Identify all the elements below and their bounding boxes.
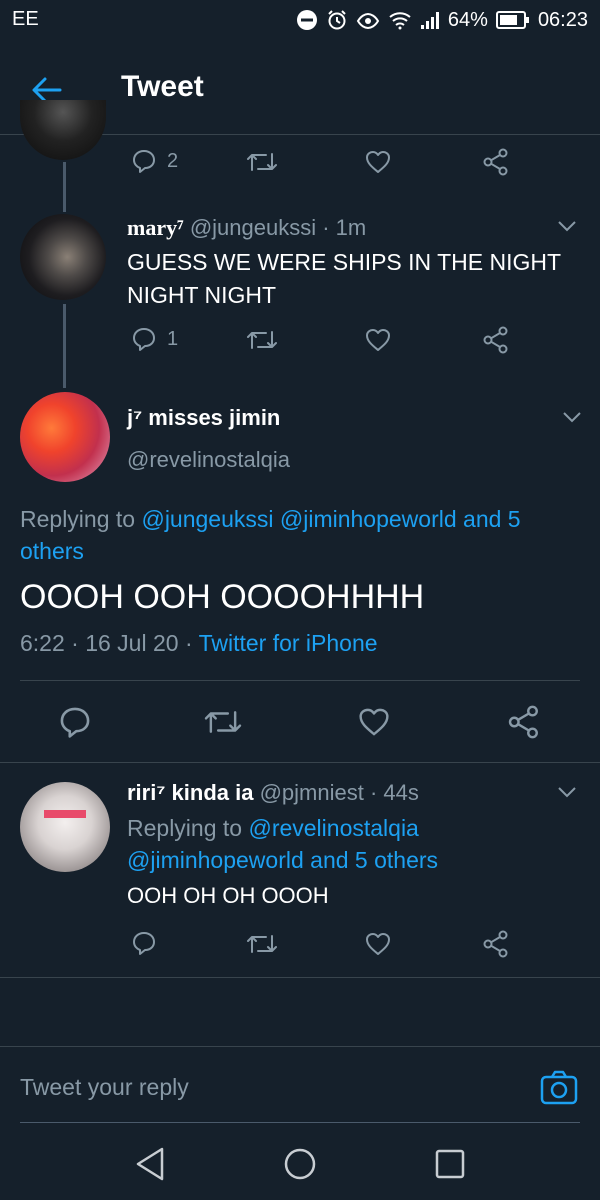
display-name[interactable]: mary⁷ — [127, 215, 184, 240]
carrier-label: EE — [12, 8, 39, 30]
display-name[interactable]: riri⁷ kinda ia — [127, 780, 253, 805]
timestamp: · 1m — [322, 215, 367, 240]
share-icon[interactable] — [482, 148, 510, 176]
battery-percent: 64% — [447, 8, 488, 31]
avatar[interactable] — [20, 100, 106, 160]
nav-back-icon[interactable] — [134, 1146, 166, 1182]
signal-icon — [420, 12, 439, 29]
replying-prefix: Replying to — [20, 506, 142, 532]
status-bar: EE 64% 06:23 — [0, 0, 600, 40]
user-handle[interactable]: @jungeukssi — [190, 215, 316, 240]
reply-icon — [133, 150, 155, 173]
tweet-header: riri⁷ kinda ia @pjmniest · 44s — [127, 780, 419, 806]
replying-to: Replying to @revelinostalqia @jiminhopew… — [127, 812, 438, 876]
chevron-down-icon[interactable] — [555, 780, 579, 804]
tweet-timestamp: 6:22 · 16 Jul 20 · — [20, 630, 199, 656]
replying-users-link[interactable]: @jungeukssi @jiminhopeworld and 5 — [141, 506, 520, 532]
tweet-text: OOOH OOH OOOOHHHH — [20, 578, 425, 616]
input-underline — [20, 1122, 580, 1123]
reply-icon — [133, 328, 155, 351]
reply-count: 1 — [167, 327, 179, 350]
share-icon[interactable] — [482, 930, 510, 958]
reply-icon[interactable] — [58, 705, 92, 739]
nav-recents-icon[interactable] — [435, 1149, 465, 1179]
user-handle[interactable]: @pjmniest — [260, 780, 364, 805]
share-icon[interactable] — [482, 326, 510, 354]
chevron-down-icon[interactable] — [560, 405, 584, 429]
like-icon[interactable] — [364, 930, 392, 958]
dnd-icon — [296, 10, 317, 30]
system-nav-bar — [0, 1128, 600, 1200]
user-handle[interactable]: @revelinostalqia — [127, 447, 290, 473]
divider — [0, 762, 600, 763]
tweet-text-line: GUESS WE WERE SHIPS IN THE NIGHT — [127, 249, 562, 275]
avatar-overlay — [44, 810, 86, 818]
divider — [20, 680, 580, 681]
eye-comfort-icon — [356, 12, 380, 30]
tweet-header: mary⁷ @jungeukssi · 1m — [127, 215, 366, 241]
retweet-icon[interactable] — [246, 148, 278, 176]
display-name[interactable]: j⁷ misses jimin — [127, 405, 280, 431]
avatar[interactable] — [20, 214, 106, 300]
tweet-meta: 6:22 · 16 Jul 20 · Twitter for iPhone — [20, 630, 378, 657]
status-icons: 64% 06:23 — [296, 6, 588, 34]
replying-users-link[interactable]: others — [20, 535, 580, 567]
reply-button[interactable]: 2 — [131, 148, 178, 174]
battery-icon — [495, 11, 529, 29]
retweet-icon[interactable] — [246, 930, 278, 958]
like-icon[interactable] — [364, 326, 392, 354]
thread-line — [63, 304, 66, 388]
replying-users-link[interactable]: @jiminhopeworld and 5 others — [127, 844, 438, 876]
reply-button[interactable]: 1 — [131, 326, 178, 352]
wifi-icon — [389, 12, 411, 30]
replying-users-link[interactable]: @revelinostalqia — [248, 815, 418, 841]
divider — [0, 977, 600, 978]
chevron-down-icon[interactable] — [555, 214, 579, 238]
reply-count: 2 — [167, 149, 179, 172]
avatar[interactable] — [20, 782, 110, 872]
reply-input[interactable]: Tweet your reply — [20, 1074, 500, 1101]
tweet-text: GUESS WE WERE SHIPS IN THE NIGHT NIGHT N… — [127, 246, 561, 312]
avatar[interactable] — [20, 392, 110, 482]
reply-composer: Tweet your reply — [0, 1046, 600, 1128]
replying-to: Replying to @jungeukssi @jiminhopeworld … — [20, 503, 580, 567]
reply-icon[interactable] — [131, 930, 157, 956]
tweet-source-link[interactable]: Twitter for iPhone — [199, 630, 378, 656]
like-icon[interactable] — [357, 705, 391, 739]
share-icon[interactable] — [507, 705, 541, 739]
thread-line — [63, 162, 66, 212]
nav-home-icon[interactable] — [283, 1147, 317, 1181]
retweet-icon[interactable] — [203, 705, 243, 739]
tweet-text: OOH OH OH OOOH — [127, 883, 329, 908]
replying-prefix: Replying to — [127, 815, 249, 841]
tweet-text-line: NIGHT NIGHT — [127, 282, 277, 308]
like-icon[interactable] — [364, 148, 392, 176]
retweet-icon[interactable] — [246, 326, 278, 354]
page-title: Tweet — [121, 70, 204, 103]
camera-icon[interactable] — [540, 1070, 578, 1106]
timestamp: · 44s — [369, 780, 419, 805]
clock: 06:23 — [537, 8, 588, 31]
alarm-icon — [328, 10, 346, 30]
